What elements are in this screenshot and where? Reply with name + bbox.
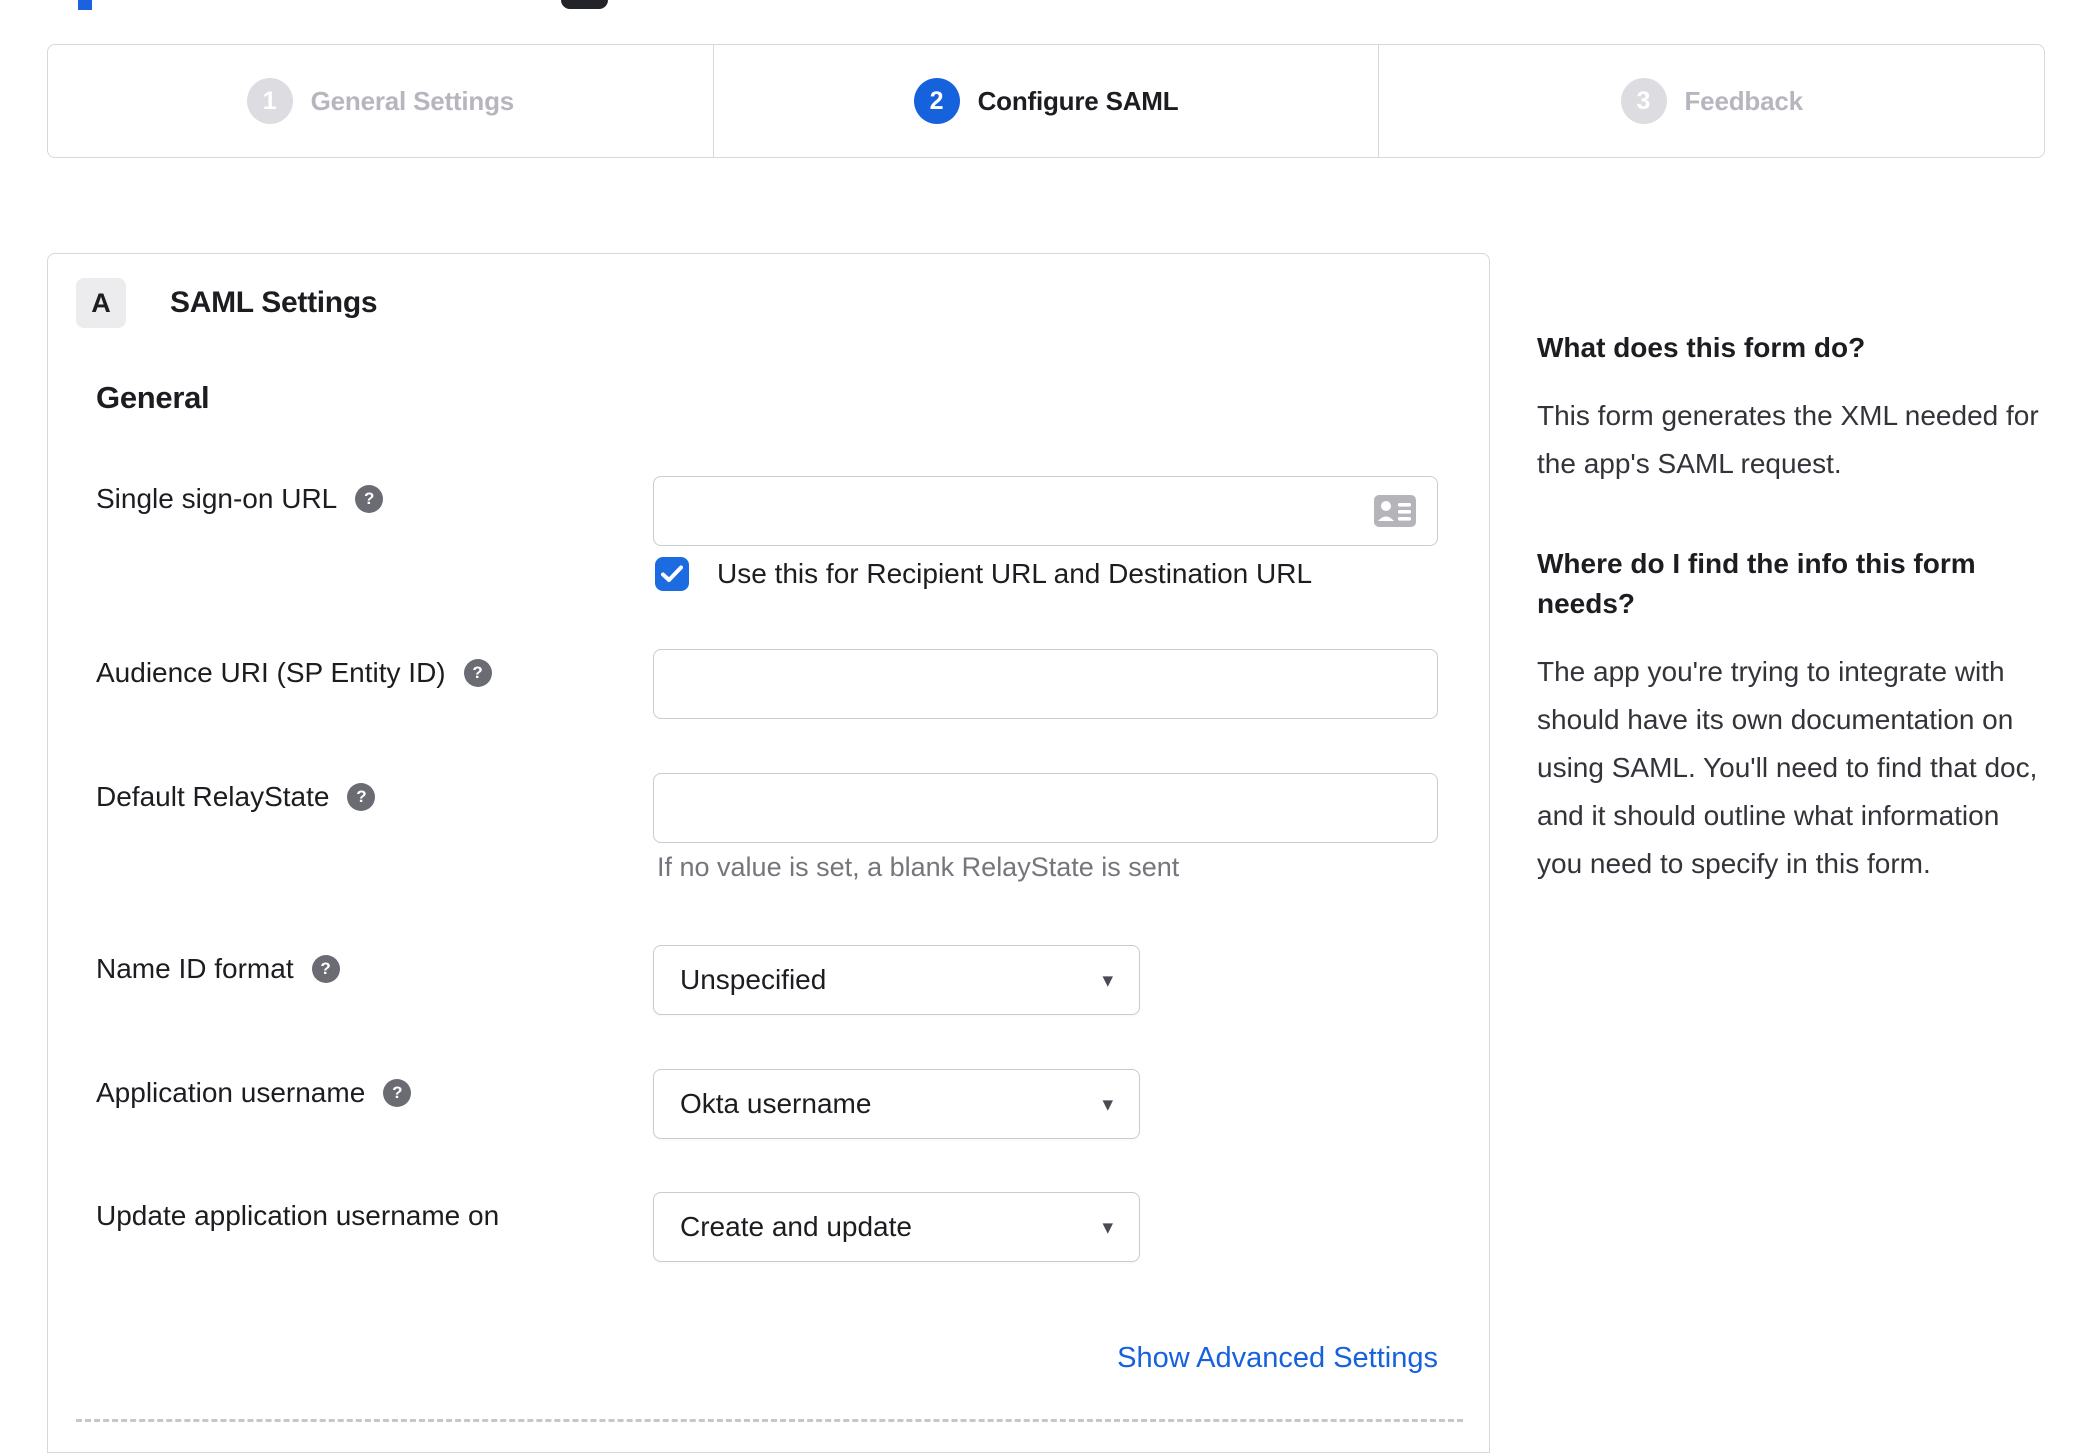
- audience-uri-label: Audience URI (SP Entity ID): [96, 657, 446, 688]
- name-id-format-label-row: Name ID format ?: [96, 952, 340, 986]
- name-id-format-value: Unspecified: [680, 964, 827, 995]
- step-label: General Settings: [310, 85, 515, 116]
- help-icon[interactable]: ?: [463, 659, 492, 687]
- name-id-format-select[interactable]: Unspecified ▾: [653, 945, 1140, 1015]
- show-advanced-settings-link[interactable]: Show Advanced Settings: [653, 1342, 1438, 1375]
- help-sidebar: What does this form do? This form genera…: [1537, 328, 2051, 944]
- audience-uri-input-wrap: [653, 649, 1438, 719]
- dropdown-arrow-icon: ▾: [1102, 968, 1113, 992]
- step-number-badge: 3: [1620, 78, 1667, 124]
- update-username-select[interactable]: Create and update ▾: [653, 1192, 1140, 1262]
- help-icon[interactable]: ?: [311, 955, 340, 983]
- wizard-stepper: 1 General Settings 2 Configure SAML 3 Fe…: [47, 44, 2045, 158]
- step-number-badge: 2: [913, 78, 960, 124]
- cutoff-blue-tab-fragment: [78, 0, 92, 10]
- sidebar-question-1-title: What does this form do?: [1537, 332, 1866, 363]
- update-username-label: Update application username on: [96, 1200, 500, 1231]
- step-configure-saml[interactable]: 2 Configure SAML: [712, 45, 1379, 157]
- audience-uri-label-row: Audience URI (SP Entity ID) ?: [96, 656, 492, 690]
- panel-header: A SAML Settings: [76, 278, 378, 328]
- section-a-badge: A: [76, 278, 126, 328]
- step-feedback[interactable]: 3 Feedback: [1378, 45, 2044, 157]
- step-label: Feedback: [1684, 85, 1804, 116]
- sidebar-question-1-body: This form generates the XML needed for t…: [1537, 400, 2039, 479]
- dropdown-arrow-icon: ▾: [1102, 1215, 1113, 1239]
- help-icon[interactable]: ?: [355, 485, 384, 513]
- app-username-select[interactable]: Okta username ▾: [653, 1069, 1140, 1139]
- update-username-value: Create and update: [680, 1211, 912, 1242]
- relaystate-label-row: Default RelayState ?: [96, 780, 376, 814]
- sidebar-question-2-body: The app you're trying to integrate with …: [1537, 656, 2038, 879]
- sso-url-label-row: Single sign-on URL ?: [96, 482, 384, 516]
- contact-card-icon: [1374, 495, 1416, 527]
- relaystate-label: Default RelayState: [96, 781, 330, 812]
- checkmark-icon: [661, 565, 683, 582]
- general-section-title: General: [96, 380, 210, 415]
- dropdown-arrow-icon: ▾: [1102, 1092, 1113, 1116]
- dashed-section-divider: [76, 1419, 1463, 1422]
- app-username-value: Okta username: [680, 1088, 872, 1119]
- app-username-label-row: Application username ?: [96, 1076, 412, 1110]
- audience-uri-input[interactable]: [653, 649, 1438, 719]
- update-username-label-row: Update application username on: [96, 1199, 499, 1233]
- sso-url-label: Single sign-on URL: [96, 483, 338, 514]
- relaystate-input-wrap: [653, 773, 1438, 843]
- recipient-url-checkbox-label: Use this for Recipient URL and Destinati…: [717, 558, 1313, 589]
- sidebar-question-2-title: Where do I find the info this form needs…: [1537, 548, 1976, 619]
- cutoff-dark-button-fragment: [561, 0, 608, 9]
- step-label: Configure SAML: [977, 85, 1179, 116]
- name-id-format-label: Name ID format: [96, 953, 294, 984]
- app-username-label: Application username: [96, 1077, 366, 1108]
- configure-saml-page: { "stepper": { "steps": [ { "number": "1…: [0, 0, 2092, 1453]
- sso-url-input[interactable]: [653, 476, 1438, 546]
- help-icon[interactable]: ?: [383, 1079, 412, 1107]
- panel-title: SAML Settings: [170, 286, 378, 319]
- saml-settings-panel: A SAML Settings General Single sign-on U…: [47, 253, 1490, 1453]
- relaystate-hint: If no value is set, a blank RelayState i…: [657, 852, 1180, 882]
- recipient-url-checkbox[interactable]: [655, 557, 689, 591]
- step-general-settings[interactable]: 1 General Settings: [48, 45, 713, 157]
- help-icon[interactable]: ?: [347, 783, 376, 811]
- step-number-badge: 1: [246, 78, 293, 124]
- recipient-url-checkbox-row: Use this for Recipient URL and Destinati…: [655, 557, 1312, 591]
- sso-url-input-wrap: [653, 476, 1438, 546]
- relaystate-input[interactable]: [653, 773, 1438, 843]
